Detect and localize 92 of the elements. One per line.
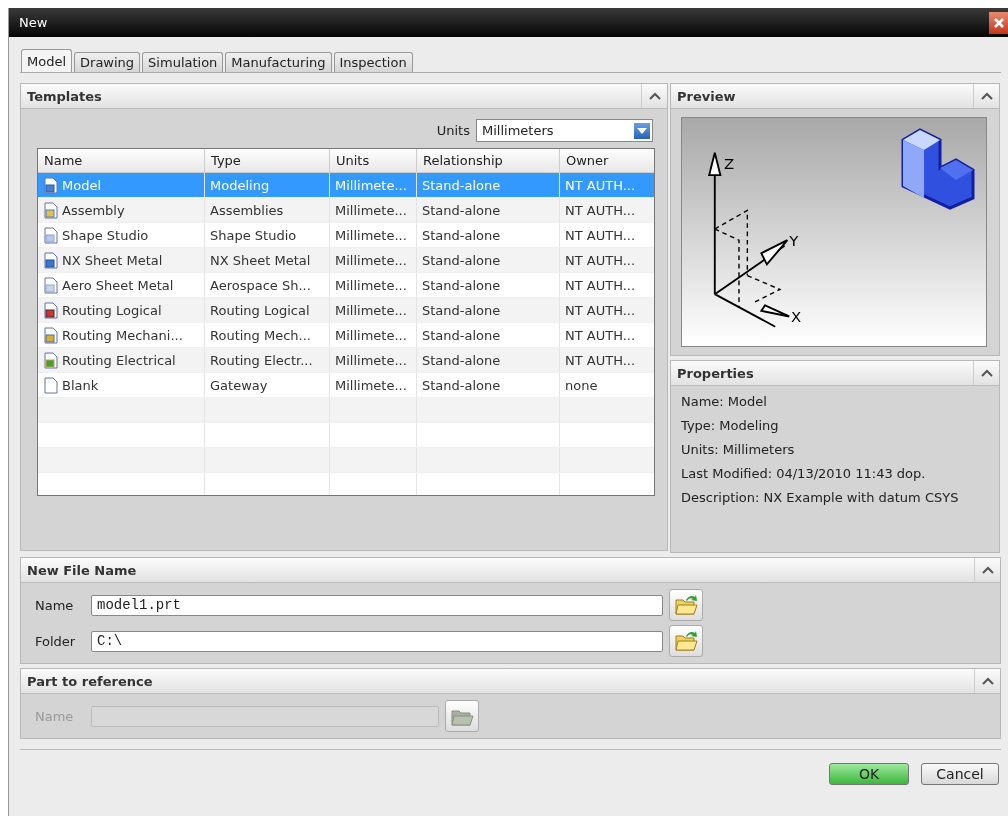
ok-button[interactable]: OK — [829, 763, 909, 785]
table-cell[interactable]: Routing Mechani... — [38, 323, 205, 348]
column-header[interactable]: Relationship — [417, 149, 560, 173]
block-icon — [900, 128, 976, 210]
document-icon — [43, 376, 59, 394]
table-cell[interactable]: NX Sheet Metal — [205, 248, 330, 273]
document-icon — [43, 351, 59, 369]
property-text: Name: Model — [681, 394, 768, 410]
chevron-up-icon — [980, 92, 993, 100]
table-cell[interactable]: Millimete... — [330, 223, 417, 248]
close-icon — [993, 16, 1005, 29]
table-cell[interactable]: NT AUTH... — [560, 198, 654, 223]
column-header[interactable]: Units — [330, 149, 417, 173]
table-cell[interactable]: NT AUTH... — [560, 348, 654, 373]
document-icon — [43, 326, 59, 344]
field-label: Name — [35, 708, 75, 724]
panel-title: Part to reference — [26, 673, 153, 689]
table-cell[interactable]: Stand-alone — [417, 223, 560, 248]
cancel-button[interactable]: Cancel — [921, 763, 999, 785]
chevron-up-icon — [981, 566, 994, 574]
table-cell[interactable]: Stand-alone — [417, 273, 560, 298]
table-cell[interactable]: Routing Electrical — [38, 348, 205, 373]
axis-label: X — [791, 308, 802, 327]
table-cell[interactable]: Routing Logical — [205, 298, 330, 323]
column-header[interactable]: Owner — [560, 149, 654, 173]
units-dropdown[interactable]: Millimeters — [476, 119, 653, 142]
table-cell[interactable]: Millimete... — [330, 273, 417, 298]
panel-title: New File Name — [26, 562, 137, 578]
table-cell[interactable]: Blank — [38, 373, 205, 398]
tab[interactable]: Drawing — [74, 52, 141, 72]
table-cell[interactable]: Assembly — [38, 198, 205, 223]
table-cell[interactable]: Shape Studio — [38, 223, 205, 248]
chevron-up-icon — [648, 92, 661, 100]
tab[interactable]: Inspection — [333, 52, 413, 72]
table-cell[interactable]: NT AUTH... — [560, 248, 654, 273]
table-cell[interactable]: Assemblies — [205, 198, 330, 223]
document-icon — [43, 201, 59, 219]
table-cell[interactable]: Millimete... — [330, 323, 417, 348]
table-cell[interactable]: NX Sheet Metal — [38, 248, 205, 273]
field-label: Name — [35, 597, 75, 613]
table-cell[interactable]: Millimete... — [330, 198, 417, 223]
document-icon — [43, 251, 59, 269]
table-cell[interactable]: Routing Electr... — [205, 348, 330, 373]
folder-icon — [674, 630, 698, 652]
table-cell[interactable]: Gateway — [205, 373, 330, 398]
property-text: Description: NX Example with datum CSYS — [681, 490, 960, 506]
axis-label: Z — [724, 155, 735, 174]
table-cell[interactable]: Millimete... — [330, 373, 417, 398]
units-label: Units — [436, 123, 470, 138]
table-cell[interactable]: Millimete... — [330, 298, 417, 323]
table-cell[interactable]: Stand-alone — [417, 373, 560, 398]
table-cell[interactable]: Stand-alone — [417, 348, 560, 373]
table-cell[interactable]: Stand-alone — [417, 198, 560, 223]
table-cell[interactable]: Stand-alone — [417, 323, 560, 348]
panel-title: Properties — [676, 365, 754, 381]
close-button[interactable] — [989, 11, 1008, 34]
chevron-up-icon — [980, 369, 993, 377]
window-title: New — [19, 15, 48, 30]
document-icon — [43, 301, 59, 319]
property-text: Units: Millimeters — [681, 442, 796, 458]
input-field[interactable]: C:\ — [91, 630, 663, 652]
table-cell[interactable]: Millimete... — [330, 348, 417, 373]
document-icon — [43, 176, 59, 194]
table-cell[interactable]: NT AUTH... — [560, 298, 654, 323]
table-cell[interactable]: Shape Studio — [205, 223, 330, 248]
table-cell[interactable]: Aerospace Sh... — [205, 273, 330, 298]
browse-button[interactable] — [669, 589, 703, 621]
property-text: Type: Modeling — [681, 418, 780, 434]
axis-label: Y — [789, 231, 799, 250]
dropdown-button[interactable] — [634, 122, 650, 139]
document-icon — [43, 276, 59, 294]
property-text: Last Modified: 04/13/2010 11:43 dop. — [681, 466, 927, 482]
table-cell[interactable]: Stand-alone — [417, 298, 560, 323]
table-cell[interactable]: Routing Logical — [38, 298, 205, 323]
chevron-up-icon — [981, 677, 994, 685]
panel-title: Preview — [676, 88, 736, 104]
table-cell[interactable]: Aero Sheet Metal — [38, 273, 205, 298]
column-header[interactable]: Name — [38, 149, 205, 173]
table-cell[interactable]: Routing Mech... — [205, 323, 330, 348]
folder-icon — [674, 594, 698, 616]
document-icon — [43, 226, 59, 244]
tab[interactable]: Simulation — [142, 52, 224, 72]
field-label: Folder — [35, 633, 77, 649]
caret-icon — [637, 127, 647, 134]
table-cell[interactable]: Millimete... — [330, 248, 417, 273]
tab[interactable]: Manufacturing — [225, 52, 332, 72]
table-cell[interactable]: Stand-alone — [417, 248, 560, 273]
panel-title: Templates — [26, 88, 102, 104]
tab[interactable]: Model — [21, 49, 73, 72]
column-header[interactable]: Type — [205, 149, 330, 173]
input-field[interactable]: model1.prt — [91, 594, 663, 616]
browse-button[interactable] — [669, 625, 703, 657]
